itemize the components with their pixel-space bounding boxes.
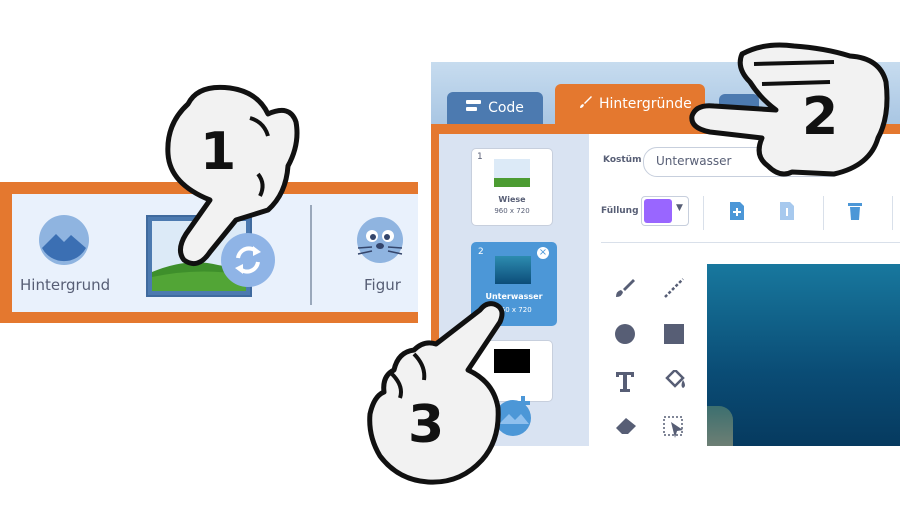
sprite-icon[interactable]: [350, 214, 412, 266]
divider: [703, 196, 704, 230]
divider: [310, 205, 312, 305]
divider: [892, 196, 893, 230]
brush-tool-icon[interactable]: [614, 277, 636, 303]
delete-costume-icon[interactable]: ×: [537, 247, 549, 259]
circle-tool-icon[interactable]: [614, 323, 636, 349]
select-tool-icon[interactable]: [663, 416, 687, 444]
costume-name-label: Kostüm: [603, 155, 642, 165]
costume-size: 960 x 720: [494, 207, 530, 215]
pointer-hand-2: 2: [684, 38, 900, 188]
fill-label: Füllung: [601, 206, 639, 216]
trash-icon[interactable]: [847, 201, 863, 225]
divider: [601, 242, 900, 243]
eraser-tool-icon[interactable]: [614, 416, 638, 440]
paste-icon[interactable]: [779, 201, 795, 225]
chevron-down-icon: ▼: [676, 203, 683, 213]
costume-name: Wiese: [498, 195, 526, 204]
tab-backdrops-label: Hintergründe: [599, 96, 692, 112]
backdrop-label: Hintergrund: [20, 276, 111, 294]
rectangle-tool-icon[interactable]: [663, 323, 685, 349]
backdrop-icon[interactable]: [38, 214, 90, 266]
divider: [823, 196, 824, 230]
costume-thumbnail: [495, 256, 531, 284]
step-number-2: 2: [802, 87, 838, 147]
pointer-hand-1: 1: [140, 74, 310, 284]
brush-icon: [579, 95, 593, 113]
tab-backdrops[interactable]: Hintergründe: [555, 84, 705, 124]
pointer-hand-3: 3: [364, 296, 514, 488]
fill-tool-icon[interactable]: [663, 368, 687, 396]
fill-color-picker[interactable]: ▼: [641, 196, 689, 226]
costume-number: 1: [477, 152, 483, 162]
tab-code[interactable]: Code: [447, 92, 543, 124]
costume-thumbnail: [494, 159, 530, 187]
costume-number: 2: [478, 247, 484, 257]
paint-canvas[interactable]: [707, 264, 900, 446]
fill-color-swatch: [644, 199, 672, 223]
step-number-1: 1: [200, 122, 236, 182]
tab-code-label: Code: [488, 100, 524, 116]
sprite-label: Figur: [364, 276, 401, 294]
code-icon: [466, 99, 482, 117]
copy-icon[interactable]: [729, 201, 745, 225]
line-tool-icon[interactable]: [663, 277, 685, 303]
costume-item[interactable]: 1 Wiese 960 x 720: [471, 148, 553, 226]
text-tool-icon[interactable]: [614, 370, 636, 396]
coral-rock: [707, 406, 733, 446]
step-number-3: 3: [408, 395, 444, 455]
